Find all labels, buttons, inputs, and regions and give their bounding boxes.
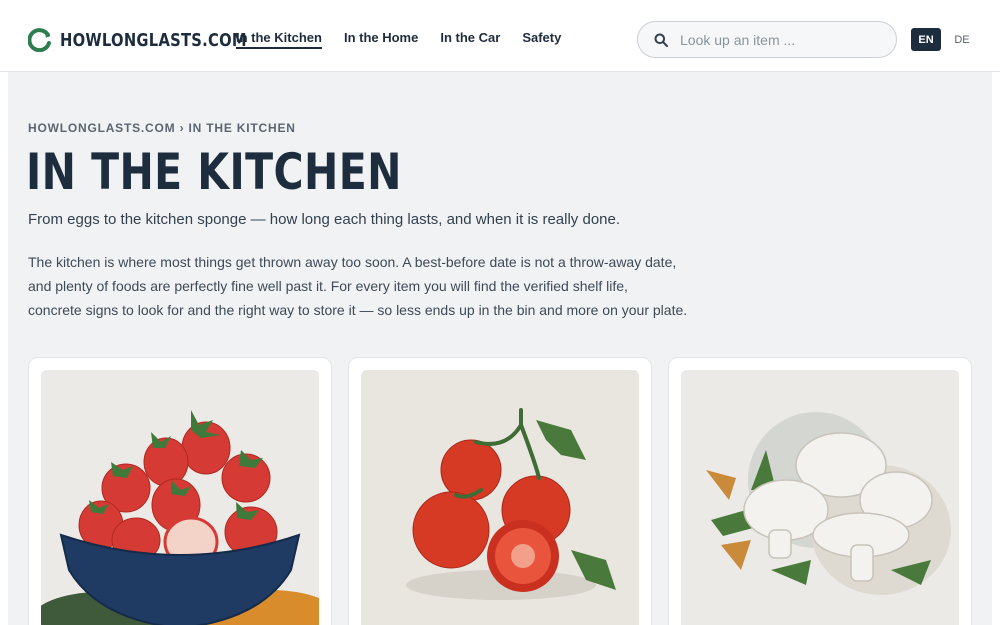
strawberries-image: [41, 370, 319, 625]
main-content: HOWLONGLASTS.COM › IN THE KITCHEN IN THE…: [8, 72, 992, 625]
item-card-tomatoes[interactable]: [348, 357, 652, 625]
item-card-mushrooms[interactable]: [668, 357, 972, 625]
item-card-strawberries[interactable]: [28, 357, 332, 625]
tomatoes-image: [361, 370, 639, 625]
logo-text: HOWLONGLASTS.COM: [60, 29, 247, 51]
site-header: HOWLONGLASTS.COM In the Kitchen In the H…: [0, 0, 1000, 72]
page-title: IN THE KITCHEN: [26, 143, 402, 201]
search-input[interactable]: [680, 31, 870, 48]
page-subtitle: From eggs to the kitchen sponge — how lo…: [28, 211, 621, 228]
intro-line: concrete signs to look for and the right…: [28, 302, 688, 318]
lang-de-button[interactable]: DE: [947, 28, 977, 51]
lang-en-button[interactable]: EN: [911, 28, 941, 51]
breadcrumb: HOWLONGLASTS.COM › IN THE KITCHEN: [28, 121, 296, 135]
search-icon: [654, 33, 668, 47]
nav-item-home[interactable]: In the Home: [344, 30, 418, 49]
nav-item-car[interactable]: In the Car: [440, 30, 500, 49]
intro-line: The kitchen is where most things get thr…: [28, 254, 677, 270]
logo-ring-icon: [28, 28, 51, 52]
language-switcher: EN DE: [911, 28, 977, 51]
mushrooms-image: [681, 370, 959, 625]
search-box[interactable]: [637, 21, 897, 58]
main-nav: In the Kitchen In the Home In the Car Sa…: [236, 30, 561, 49]
intro-line: and plenty of foods are perfectly fine w…: [28, 278, 628, 294]
nav-item-safety[interactable]: Safety: [522, 30, 561, 49]
intro-text: The kitchen is where most things get thr…: [28, 250, 718, 322]
nav-item-kitchen[interactable]: In the Kitchen: [236, 30, 322, 49]
